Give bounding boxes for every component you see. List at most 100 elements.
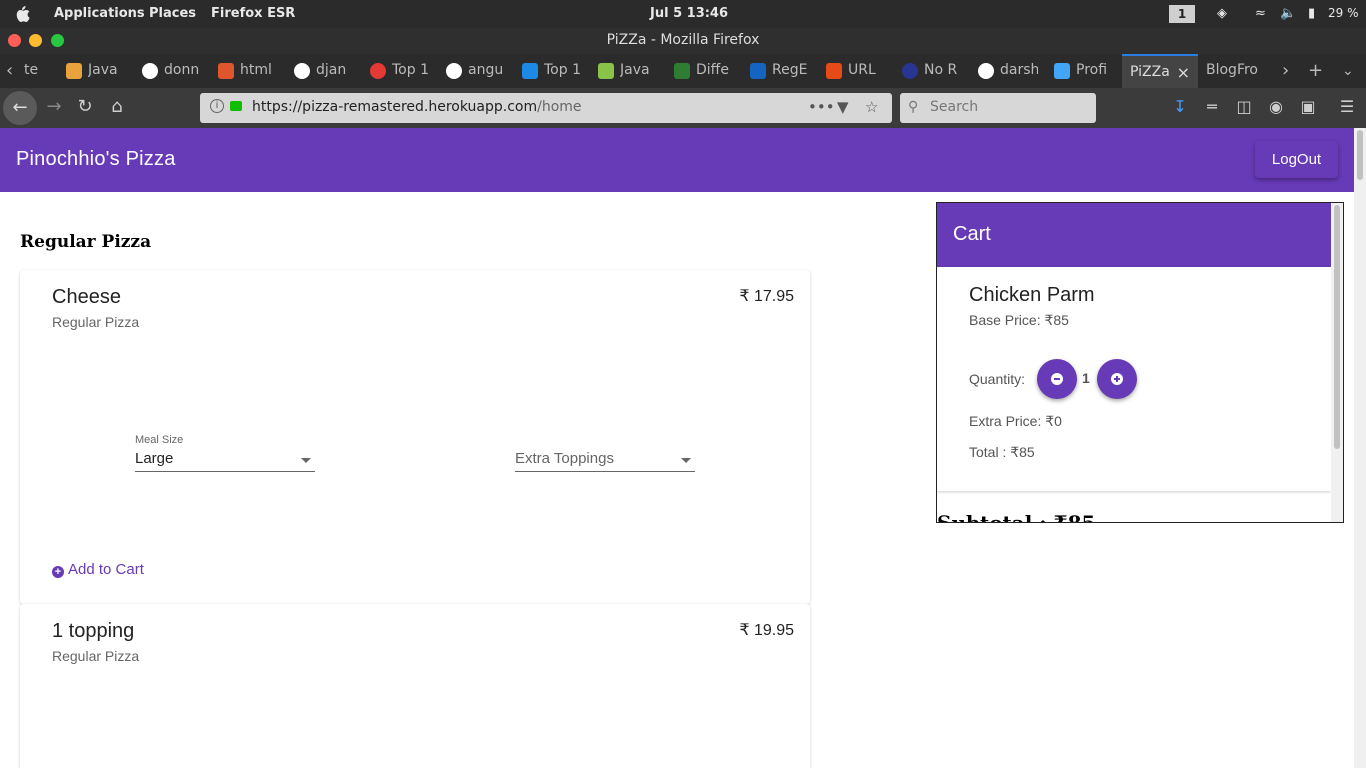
tab-active[interactable]: PiZZa ×: [1122, 54, 1198, 88]
tab-favicon-icon: [598, 63, 614, 79]
camera-icon[interactable]: ◈: [1217, 6, 1227, 21]
library-icon[interactable]: ═: [1201, 97, 1223, 116]
cart-title: Cart: [953, 223, 991, 245]
tab[interactable]: Java: [590, 54, 666, 88]
close-tab-icon[interactable]: ×: [1177, 63, 1190, 82]
tab[interactable]: donn: [134, 54, 210, 88]
remove-circle-icon: [1051, 373, 1063, 385]
tab[interactable]: djan: [286, 54, 362, 88]
sidebar-icon[interactable]: ◫: [1233, 97, 1255, 116]
tab[interactable]: No R: [894, 54, 970, 88]
downloads-icon[interactable]: ↧: [1169, 97, 1191, 116]
home-icon[interactable]: ⌂: [105, 96, 129, 117]
item-category: Regular Pizza: [52, 648, 140, 664]
pocket-icon[interactable]: ▼: [837, 98, 849, 116]
sync-tabs-icon[interactable]: ▣: [1297, 97, 1319, 116]
tab-label: angu: [468, 62, 504, 78]
tab-label: RegE: [772, 62, 808, 78]
tab[interactable]: BlogFro: [1198, 54, 1274, 88]
tab-label: te: [24, 62, 39, 78]
battery-icon[interactable]: ▮: [1308, 6, 1315, 21]
back-button[interactable]: ←: [3, 91, 37, 125]
tab[interactable]: Top 1: [362, 54, 438, 88]
page-scrollbar[interactable]: [1354, 128, 1366, 768]
page-actions-icon[interactable]: •••: [808, 98, 835, 116]
tab-strip: ‹ te Java donn html djan Top 1 angu Top …: [0, 54, 1366, 88]
cart-extra-price: Extra Price: ₹0: [969, 413, 1062, 429]
quantity-value: 1: [1082, 370, 1090, 386]
cart-scrollbar[interactable]: [1331, 203, 1343, 522]
decrease-quantity-button[interactable]: [1037, 359, 1077, 399]
page-scrollbar-thumb[interactable]: [1357, 130, 1363, 180]
tab-favicon-icon: [1054, 63, 1070, 79]
new-tab-icon[interactable]: +: [1308, 60, 1323, 81]
tab-favicon-icon: [674, 63, 690, 79]
window-title-bar: PiZZa - Mozilla Firefox: [0, 28, 1366, 54]
meal-size-label: Meal Size: [135, 434, 184, 446]
tab[interactable]: html: [210, 54, 286, 88]
tab[interactable]: angu: [438, 54, 514, 88]
reload-icon[interactable]: ↻: [73, 96, 97, 117]
cart-subtotal: Subtotal : ₹85: [937, 511, 1096, 523]
brand-title[interactable]: Pinochhio's Pizza: [16, 148, 176, 171]
cart-scrollbar-thumb[interactable]: [1334, 205, 1340, 449]
add-to-cart-button[interactable]: + Add to Cart: [52, 561, 144, 578]
tab[interactable]: te: [20, 54, 58, 88]
tab-label: Top 1: [392, 62, 429, 78]
site-info-icon[interactable]: i: [210, 99, 224, 113]
extra-toppings-select[interactable]: Extra Toppings: [515, 436, 695, 472]
tab-label: html: [240, 62, 272, 78]
tab[interactable]: Java: [58, 54, 134, 88]
dropdown-arrow-icon: [301, 458, 311, 463]
cart-panel: Cart Chicken Parm Base Price: ₹85 Quanti…: [936, 202, 1344, 523]
workspace-indicator[interactable]: 1: [1169, 5, 1195, 23]
navigation-toolbar: ← → ↻ ⌂ i https://pizza-remastered.herok…: [0, 88, 1366, 128]
add-circle-icon: +: [52, 566, 64, 578]
tab[interactable]: RegE: [742, 54, 818, 88]
meal-size-select[interactable]: Meal Size Large: [135, 434, 315, 472]
hamburger-menu-icon[interactable]: ☰: [1336, 97, 1358, 116]
tab-label: Profi: [1076, 62, 1108, 78]
tab-label: darsh: [1000, 62, 1038, 78]
tab[interactable]: Diffe: [666, 54, 742, 88]
tab-favicon-icon: [66, 63, 82, 79]
logout-button[interactable]: LogOut: [1255, 141, 1338, 178]
apple-icon[interactable]: [14, 5, 30, 23]
lock-icon[interactable]: [230, 101, 242, 111]
list-all-tabs-icon[interactable]: ⌄: [1342, 63, 1354, 79]
url-text[interactable]: https://pizza-remastered.herokuapp.com/h…: [252, 99, 582, 115]
item-category: Regular Pizza: [52, 314, 140, 330]
item-price: ₹ 19.95: [739, 622, 794, 639]
tab-favicon-icon: [902, 63, 918, 79]
increase-quantity-button[interactable]: [1097, 359, 1137, 399]
account-icon[interactable]: ◉: [1265, 97, 1287, 116]
volume-muted-icon[interactable]: 🔈: [1280, 6, 1296, 21]
github-icon: [978, 63, 994, 79]
dropdown-arrow-icon: [681, 458, 691, 463]
tab-favicon-icon: [750, 63, 766, 79]
url-path: /home: [537, 99, 582, 115]
scroll-tabs-right-icon[interactable]: ›: [1282, 60, 1289, 81]
add-circle-icon: [1111, 373, 1123, 385]
extra-toppings-placeholder: Extra Toppings: [515, 450, 614, 467]
clock[interactable]: Jul 5 13:46: [650, 6, 728, 21]
tab[interactable]: Top 1: [514, 54, 590, 88]
search-input[interactable]: ⚲ Search: [900, 93, 1096, 123]
firefox-esr-menu[interactable]: Firefox ESR: [211, 6, 295, 21]
item-name: 1 topping: [52, 620, 135, 642]
tab-label: No R: [924, 62, 958, 78]
tab[interactable]: Profi: [1046, 54, 1122, 88]
tab-favicon-icon: [522, 63, 538, 79]
scroll-tabs-left-icon[interactable]: ‹: [6, 60, 13, 81]
cart-item-name: Chicken Parm: [969, 284, 1095, 306]
wifi-icon[interactable]: ≈: [1255, 6, 1266, 21]
places-menu[interactable]: Places: [149, 6, 196, 21]
tab-label: URL: [848, 62, 876, 78]
tab[interactable]: URL: [818, 54, 894, 88]
applications-menu[interactable]: Applications: [54, 6, 145, 21]
forward-button[interactable]: →: [42, 96, 66, 117]
address-bar[interactable]: i https://pizza-remastered.herokuapp.com…: [200, 93, 892, 123]
tab-label: Java: [620, 62, 650, 78]
tab[interactable]: darsh: [970, 54, 1046, 88]
bookmark-star-icon[interactable]: ☆: [865, 98, 878, 116]
